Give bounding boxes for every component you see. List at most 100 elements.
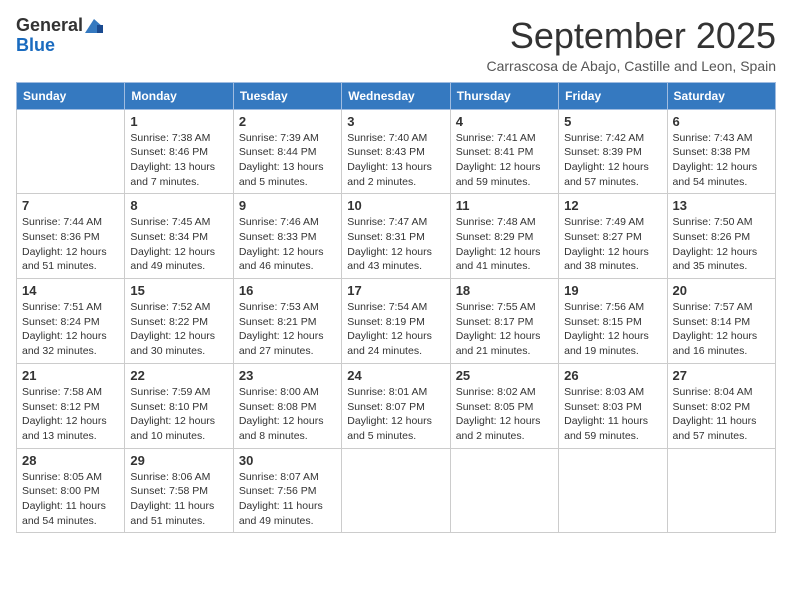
day-info: Sunrise: 8:00 AMSunset: 8:08 PMDaylight:… xyxy=(239,385,336,444)
day-info: Sunrise: 7:51 AMSunset: 8:24 PMDaylight:… xyxy=(22,300,119,359)
page-container: General Blue September 2025 Carrascosa d… xyxy=(16,16,776,533)
day-number: 13 xyxy=(673,198,770,213)
table-row: 13 Sunrise: 7:50 AMSunset: 8:26 PMDayligh… xyxy=(667,194,775,279)
day-info: Sunrise: 8:03 AMSunset: 8:03 PMDaylight:… xyxy=(564,385,661,444)
table-row: 18Sunrise: 7:55 AMSunset: 8:17 PMDayligh… xyxy=(450,279,558,364)
table-row: 30 Sunrise: 8:07 AMSunset: 7:56 PMDayligh… xyxy=(233,448,341,533)
table-row: 21 Sunrise: 7:58 AMSunset: 8:12 PMDayligh… xyxy=(17,363,125,448)
day-info: Sunrise: 7:44 AMSunset: 8:36 PMDaylight:… xyxy=(22,215,119,274)
day-info: Sunrise: 7:52 AMSunset: 8:22 PMDaylight:… xyxy=(130,300,227,359)
table-row: 3 Sunrise: 7:40 AMSunset: 8:43 PMDaylight… xyxy=(342,109,450,194)
day-info: Sunrise: 8:02 AMSunset: 8:05 PMDaylight:… xyxy=(456,385,553,444)
day-number: 25 xyxy=(456,368,553,383)
day-info: Sunrise: 7:40 AMSunset: 8:43 PMDaylight:… xyxy=(347,131,444,190)
day-info: Sunrise: 7:42 AMSunset: 8:39 PMDaylight:… xyxy=(564,131,661,190)
day-number: 7 xyxy=(22,198,119,213)
day-number: 20 xyxy=(673,283,770,298)
calendar-week-row: 21 Sunrise: 7:58 AMSunset: 8:12 PMDayligh… xyxy=(17,363,776,448)
table-row: 7 Sunrise: 7:44 AMSunset: 8:36 PMDaylight… xyxy=(17,194,125,279)
calendar-week-row: 14 Sunrise: 7:51 AMSunset: 8:24 PMDayligh… xyxy=(17,279,776,364)
day-info: Sunrise: 7:56 AMSunset: 8:15 PMDaylight:… xyxy=(564,300,661,359)
col-saturday: Saturday xyxy=(667,82,775,109)
day-info: Sunrise: 7:50 AMSunset: 8:26 PMDaylight:… xyxy=(673,215,770,274)
table-row xyxy=(667,448,775,533)
table-row: 6Sunrise: 7:43 AMSunset: 8:38 PMDaylight… xyxy=(667,109,775,194)
day-info: Sunrise: 7:45 AMSunset: 8:34 PMDaylight:… xyxy=(130,215,227,274)
day-number: 17 xyxy=(347,283,444,298)
table-row: 20 Sunrise: 7:57 AMSunset: 8:14 PMDayligh… xyxy=(667,279,775,364)
table-row: 9Sunrise: 7:46 AMSunset: 8:33 PMDaylight… xyxy=(233,194,341,279)
day-info: Sunrise: 8:05 AMSunset: 8:00 PMDaylight:… xyxy=(22,470,119,529)
day-info: Sunrise: 7:58 AMSunset: 8:12 PMDaylight:… xyxy=(22,385,119,444)
table-row: 16 Sunrise: 7:53 AMSunset: 8:21 PMDayligh… xyxy=(233,279,341,364)
table-row xyxy=(559,448,667,533)
day-number: 5 xyxy=(564,114,661,129)
calendar-week-row: 1Sunrise: 7:38 AMSunset: 8:46 PMDaylight… xyxy=(17,109,776,194)
table-row xyxy=(17,109,125,194)
calendar-header-row: Sunday Monday Tuesday Wednesday Thursday… xyxy=(17,82,776,109)
day-info: Sunrise: 7:53 AMSunset: 8:21 PMDaylight:… xyxy=(239,300,336,359)
table-row: 29 Sunrise: 8:06 AMSunset: 7:58 PMDayligh… xyxy=(125,448,233,533)
table-row: 5 Sunrise: 7:42 AMSunset: 8:39 PMDaylight… xyxy=(559,109,667,194)
table-row xyxy=(342,448,450,533)
table-row: 28 Sunrise: 8:05 AMSunset: 8:00 PMDayligh… xyxy=(17,448,125,533)
day-number: 14 xyxy=(22,283,119,298)
day-number: 4 xyxy=(456,114,553,129)
table-row: 15 Sunrise: 7:52 AMSunset: 8:22 PMDayligh… xyxy=(125,279,233,364)
table-row: 24 Sunrise: 8:01 AMSunset: 8:07 PMDayligh… xyxy=(342,363,450,448)
table-row xyxy=(450,448,558,533)
day-info: Sunrise: 7:39 AMSunset: 8:44 PMDaylight:… xyxy=(239,131,336,190)
table-row: 1Sunrise: 7:38 AMSunset: 8:46 PMDaylight… xyxy=(125,109,233,194)
col-friday: Friday xyxy=(559,82,667,109)
day-info: Sunrise: 8:01 AMSunset: 8:07 PMDaylight:… xyxy=(347,385,444,444)
table-row: 10 Sunrise: 7:47 AMSunset: 8:31 PMDayligh… xyxy=(342,194,450,279)
table-row: 2 Sunrise: 7:39 AMSunset: 8:44 PMDaylight… xyxy=(233,109,341,194)
day-number: 27 xyxy=(673,368,770,383)
col-tuesday: Tuesday xyxy=(233,82,341,109)
day-number: 23 xyxy=(239,368,336,383)
day-info: Sunrise: 7:48 AMSunset: 8:29 PMDaylight:… xyxy=(456,215,553,274)
day-number: 29 xyxy=(130,453,227,468)
day-number: 19 xyxy=(564,283,661,298)
day-number: 3 xyxy=(347,114,444,129)
day-number: 8 xyxy=(130,198,227,213)
day-number: 15 xyxy=(130,283,227,298)
day-number: 26 xyxy=(564,368,661,383)
calendar-week-row: 28 Sunrise: 8:05 AMSunset: 8:00 PMDayligh… xyxy=(17,448,776,533)
day-info: Sunrise: 8:04 AMSunset: 8:02 PMDaylight:… xyxy=(673,385,770,444)
logo-blue-text: Blue xyxy=(16,36,55,56)
col-thursday: Thursday xyxy=(450,82,558,109)
table-row: 22Sunrise: 7:59 AMSunset: 8:10 PMDayligh… xyxy=(125,363,233,448)
day-info: Sunrise: 7:41 AMSunset: 8:41 PMDaylight:… xyxy=(456,131,553,190)
day-number: 11 xyxy=(456,198,553,213)
day-number: 16 xyxy=(239,283,336,298)
day-number: 12 xyxy=(564,198,661,213)
day-number: 30 xyxy=(239,453,336,468)
day-info: Sunrise: 8:07 AMSunset: 7:56 PMDaylight:… xyxy=(239,470,336,529)
table-row: 17Sunrise: 7:54 AMSunset: 8:19 PMDayligh… xyxy=(342,279,450,364)
day-number: 22 xyxy=(130,368,227,383)
header: General Blue September 2025 Carrascosa d… xyxy=(16,16,776,74)
month-title: September 2025 xyxy=(486,16,776,56)
title-block: September 2025 Carrascosa de Abajo, Cast… xyxy=(486,16,776,74)
logo-icon xyxy=(83,17,105,35)
day-info: Sunrise: 7:47 AMSunset: 8:31 PMDaylight:… xyxy=(347,215,444,274)
day-number: 24 xyxy=(347,368,444,383)
day-info: Sunrise: 7:38 AMSunset: 8:46 PMDaylight:… xyxy=(130,131,227,190)
day-number: 21 xyxy=(22,368,119,383)
day-info: Sunrise: 8:06 AMSunset: 7:58 PMDaylight:… xyxy=(130,470,227,529)
day-number: 10 xyxy=(347,198,444,213)
col-sunday: Sunday xyxy=(17,82,125,109)
day-number: 9 xyxy=(239,198,336,213)
table-row: 11 Sunrise: 7:48 AMSunset: 8:29 PMDayligh… xyxy=(450,194,558,279)
table-row: 25 Sunrise: 8:02 AMSunset: 8:05 PMDayligh… xyxy=(450,363,558,448)
day-number: 28 xyxy=(22,453,119,468)
logo-general-text: General xyxy=(16,16,83,36)
table-row: 26 Sunrise: 8:03 AMSunset: 8:03 PMDayligh… xyxy=(559,363,667,448)
calendar-week-row: 7 Sunrise: 7:44 AMSunset: 8:36 PMDaylight… xyxy=(17,194,776,279)
table-row: 12Sunrise: 7:49 AMSunset: 8:27 PMDayligh… xyxy=(559,194,667,279)
col-wednesday: Wednesday xyxy=(342,82,450,109)
day-number: 2 xyxy=(239,114,336,129)
day-info: Sunrise: 7:57 AMSunset: 8:14 PMDaylight:… xyxy=(673,300,770,359)
table-row: 23 Sunrise: 8:00 AMSunset: 8:08 PMDayligh… xyxy=(233,363,341,448)
